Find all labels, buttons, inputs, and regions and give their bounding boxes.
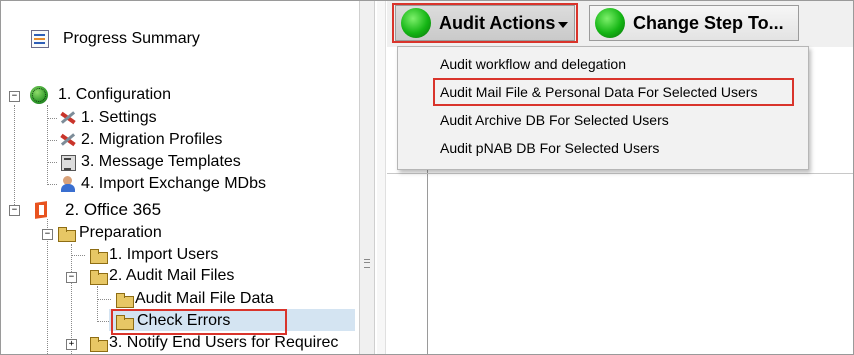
tree-item-import-exchange[interactable]: 4. Import Exchange MDbs: [59, 174, 266, 194]
tree-item-label: 3. Message Templates: [81, 153, 241, 170]
menu-item-label: Audit pNAB DB For Selected Users: [440, 140, 660, 156]
row-divider: [387, 173, 853, 174]
tree-item-label: Progress Summary: [63, 30, 200, 47]
tools-icon: [59, 109, 77, 127]
tree-item-label: 2. Office 365: [65, 200, 162, 219]
folder-icon: [115, 290, 134, 308]
audit-actions-menu: Audit workflow and delegation Audit Mail…: [397, 46, 809, 170]
collapse-office365-toggle[interactable]: −: [9, 205, 20, 216]
tree-line: [71, 244, 72, 354]
tree-line: [97, 299, 111, 300]
action-toolbar: Audit Actions Change Step To...: [387, 1, 853, 47]
tree-line: [71, 255, 85, 256]
tree-line: [97, 286, 98, 322]
tree-item-office365[interactable]: 2. Office 365: [33, 200, 161, 220]
menu-item-label: Audit workflow and delegation: [440, 56, 627, 72]
globe-icon: [30, 86, 48, 104]
tree-item-message-templates[interactable]: 3. Message Templates: [59, 152, 241, 172]
import-user-icon: [59, 175, 77, 193]
tree-item-progress-summary[interactable]: Progress Summary: [31, 29, 200, 49]
tree-line: [14, 105, 15, 209]
tree-item-label: 3. Notify End Users for Requirec: [109, 334, 339, 351]
menu-item-audit-pnab[interactable]: Audit pNAB DB For Selected Users: [398, 135, 808, 161]
tree-item-label: 4. Import Exchange MDbs: [81, 175, 266, 192]
template-icon: [59, 153, 77, 171]
tree-item-settings[interactable]: 1. Settings: [59, 108, 157, 128]
tree-item-notify-end-users[interactable]: 3. Notify End Users for Requirec: [89, 333, 338, 353]
collapse-audit-mail-files-toggle[interactable]: −: [66, 272, 77, 283]
tree-item-label: 1. Configuration: [58, 86, 171, 103]
tools-icon: [59, 131, 77, 149]
app-window: Progress Summary − 1. Configuration 1. S…: [0, 0, 854, 355]
menu-item-audit-workflow[interactable]: Audit workflow and delegation: [398, 51, 808, 77]
tree-item-label: 2. Audit Mail Files: [109, 267, 235, 284]
change-step-label: Change Step To...: [633, 12, 784, 33]
vertical-scrollbar[interactable]: [377, 1, 386, 354]
folder-icon: [57, 224, 76, 242]
tree-item-audit-mail-file-data[interactable]: Audit Mail File Data: [115, 289, 274, 309]
green-status-icon: [595, 8, 625, 38]
menu-item-callout: [433, 78, 794, 106]
tree-item-label: Audit Mail File Data: [135, 290, 274, 307]
menu-item-label: Audit Archive DB For Selected Users: [440, 112, 669, 128]
tree-item-label: 2. Migration Profiles: [81, 131, 223, 148]
collapse-preparation-toggle[interactable]: −: [42, 229, 53, 240]
tree-line: [47, 162, 57, 163]
folder-icon: [89, 246, 108, 264]
change-step-button[interactable]: Change Step To...: [589, 5, 799, 41]
folder-icon: [89, 334, 108, 352]
tree-line: [47, 118, 57, 119]
tree-item-label: 1. Import Users: [109, 246, 219, 263]
pane-splitter[interactable]: [359, 1, 375, 354]
check-errors-callout: [111, 309, 287, 335]
menu-item-audit-archive[interactable]: Audit Archive DB For Selected Users: [398, 107, 808, 133]
folder-icon: [89, 267, 108, 285]
expand-notify-toggle[interactable]: +: [66, 339, 77, 350]
tree-line: [47, 140, 57, 141]
details-panel: Audit Actions Change Step To... Audit wo…: [387, 1, 853, 354]
tree-item-preparation[interactable]: Preparation: [57, 223, 162, 243]
office365-icon: [33, 201, 51, 219]
collapse-configuration-toggle[interactable]: −: [9, 91, 20, 102]
tree-item-label: 1. Settings: [81, 109, 157, 126]
tree-item-label: Preparation: [79, 224, 162, 241]
tree-item-import-users[interactable]: 1. Import Users: [89, 245, 218, 265]
tree-line: [47, 184, 57, 185]
tree-item-audit-mail-files[interactable]: 2. Audit Mail Files: [89, 266, 234, 286]
tree-item-migration-profiles[interactable]: 2. Migration Profiles: [59, 130, 222, 150]
tree-item-configuration[interactable]: 1. Configuration: [30, 85, 171, 105]
tree-line: [47, 105, 48, 185]
splitter-grip[interactable]: [364, 259, 370, 268]
navigation-tree: Progress Summary − 1. Configuration 1. S…: [1, 1, 357, 354]
progress-summary-icon: [31, 30, 49, 48]
audit-actions-callout: [392, 3, 578, 43]
